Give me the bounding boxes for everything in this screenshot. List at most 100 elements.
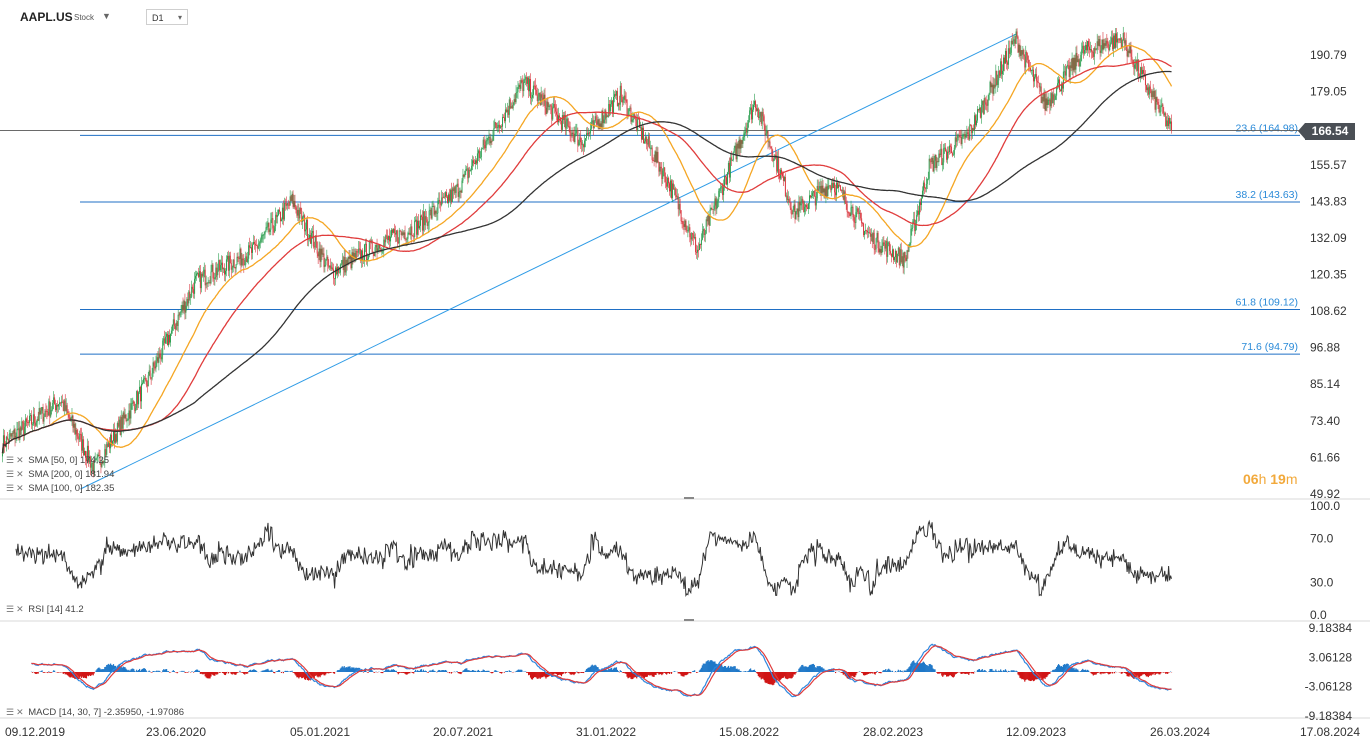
candle-body (139, 386, 141, 393)
candle-body (1119, 38, 1121, 41)
candle-body (676, 196, 678, 198)
symbol-dropdown-icon[interactable]: ▼ (102, 11, 111, 21)
candle-body (199, 271, 201, 289)
macd-bar (227, 672, 229, 674)
close-icon[interactable]: ✕ (16, 469, 24, 479)
settings-icon[interactable]: ☰ (6, 483, 14, 493)
macd-bar (41, 670, 43, 672)
candle-body (11, 433, 13, 437)
candle-body (1004, 57, 1006, 64)
candle-body (565, 121, 567, 129)
candle-body (590, 122, 592, 129)
macd-bar (225, 672, 228, 674)
candle-body (1094, 47, 1096, 51)
candle-body (700, 239, 702, 245)
settings-icon[interactable]: ☰ (6, 604, 14, 614)
candle-body (134, 403, 136, 411)
candle-body (669, 183, 671, 192)
candle-body (384, 239, 386, 243)
settings-icon[interactable]: ☰ (6, 469, 14, 479)
candle-body (1020, 50, 1022, 56)
candle-body (1080, 55, 1082, 62)
candle-body (612, 100, 614, 114)
candle-body (909, 242, 911, 245)
candle-body (130, 403, 132, 419)
candle-body (1166, 120, 1168, 127)
candle-body (789, 202, 791, 208)
settings-icon[interactable]: ☰ (6, 455, 14, 465)
candle-body (1031, 70, 1033, 72)
candle-body (395, 230, 397, 235)
candle-body (625, 99, 627, 101)
candle-body (711, 207, 713, 210)
candle-body (813, 191, 815, 197)
candle-body (331, 267, 333, 269)
macd-axis-tick: 9.18384 (1309, 621, 1353, 635)
candle-body (661, 168, 663, 180)
candle-body (464, 170, 466, 177)
candle-body (636, 120, 638, 131)
candle-body (701, 231, 703, 240)
candle-body (72, 415, 74, 428)
pane-resize-handle (684, 497, 694, 499)
close-icon[interactable]: ✕ (16, 604, 24, 614)
candle-body (36, 419, 38, 423)
candle-body (399, 230, 401, 232)
candle-body (1146, 87, 1148, 91)
candle-body (865, 230, 867, 232)
candle-body (782, 176, 784, 181)
rsi-axis-tick: 100.0 (1310, 499, 1340, 513)
candle-body (1037, 82, 1039, 84)
candle-body (415, 219, 417, 221)
candle-body (752, 109, 754, 120)
candle-body (583, 144, 585, 148)
candle-body (121, 416, 123, 429)
candle-body (60, 401, 62, 404)
candle-body (106, 443, 108, 455)
date-axis-tick: 09.12.2019 (5, 725, 65, 739)
candle-body (417, 220, 419, 235)
candle-body (1154, 90, 1156, 110)
macd-bar (696, 672, 699, 673)
candle-body (408, 232, 410, 234)
close-icon[interactable]: ✕ (16, 707, 24, 717)
macd-bar (287, 671, 289, 672)
price-axis-tick: 143.83 (1310, 194, 1347, 208)
candle-body (1034, 74, 1036, 77)
candle-body (295, 207, 297, 210)
candle-body (1067, 64, 1069, 66)
candle-body (216, 267, 218, 276)
candle-body (620, 85, 622, 98)
close-icon[interactable]: ✕ (16, 483, 24, 493)
candle-body (1133, 64, 1135, 69)
candle-body (942, 162, 944, 166)
candle-body (1008, 48, 1010, 54)
candle-body (123, 412, 125, 419)
candle-body (519, 84, 521, 89)
candle-body (32, 414, 34, 425)
chart-header: AAPL.US Stock ▼ D1 ▾ (0, 0, 1370, 30)
candle-body (250, 247, 252, 249)
settings-icon[interactable]: ☰ (6, 707, 14, 717)
macd-bar (48, 671, 50, 672)
candle-body (892, 249, 894, 257)
timeframe-select[interactable]: D1 ▾ (146, 9, 188, 25)
candle-body (462, 174, 464, 181)
macd-bar (51, 672, 53, 673)
macd-bar (617, 671, 619, 672)
candle-body (497, 127, 499, 129)
candle-body (757, 108, 759, 119)
chart-canvas[interactable]: 190.79179.05167.31155.57143.83132.09120.… (0, 0, 1370, 746)
candle-body (989, 81, 991, 94)
candle-body (338, 272, 340, 274)
candle-body (82, 439, 84, 451)
candle-body (165, 336, 167, 344)
candle-body (1113, 35, 1115, 50)
candle-body (577, 130, 579, 146)
symbol-label[interactable]: AAPL.US (20, 10, 73, 24)
candle-body (551, 106, 553, 120)
close-icon[interactable]: ✕ (16, 455, 24, 465)
candle-body (588, 132, 590, 134)
candle-body (809, 195, 811, 204)
candle-body (793, 204, 795, 211)
